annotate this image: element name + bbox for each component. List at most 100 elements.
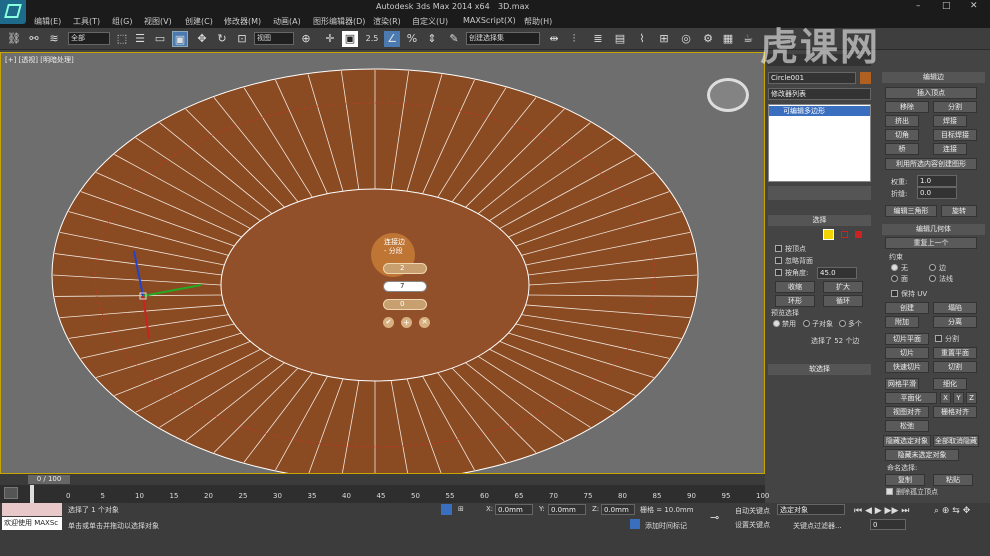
playback-controls[interactable]: ⏮ ◀ ▶ ▶▶ ⏭ bbox=[854, 506, 909, 516]
bind-spacewarp-icon[interactable]: ≋ bbox=[46, 31, 62, 47]
menu-tools[interactable]: 工具(T) bbox=[73, 16, 100, 27]
edit-named-sel-icon[interactable]: ✎ bbox=[446, 31, 462, 47]
collapse-button[interactable]: 塌陷 bbox=[933, 302, 977, 314]
snap-toggle-icon[interactable]: 2.5 bbox=[364, 31, 380, 47]
edit-tri-button[interactable]: 编辑三角形 bbox=[885, 205, 937, 217]
schematic-icon[interactable]: ⊞ bbox=[656, 31, 672, 47]
rect-region-icon[interactable]: ▭ bbox=[152, 31, 168, 47]
ring-button[interactable]: 环形 bbox=[775, 295, 815, 307]
quickslice-button[interactable]: 快速切片 bbox=[885, 361, 929, 373]
border-mode-icon[interactable] bbox=[841, 231, 848, 238]
percent-snap-icon[interactable]: % bbox=[404, 31, 420, 47]
extrude-button[interactable]: 挤出 bbox=[885, 115, 919, 127]
key-icon[interactable]: ⊸ bbox=[710, 511, 719, 524]
soft-selection-header[interactable]: 软选择 bbox=[768, 364, 871, 375]
edit-geometry-header[interactable]: 编辑几何体 bbox=[882, 224, 985, 235]
split-checkbox[interactable] bbox=[935, 335, 942, 342]
align-icon[interactable]: ⫶ bbox=[566, 31, 582, 47]
crease-field[interactable]: 0.0 bbox=[917, 187, 957, 199]
insert-vertex-button[interactable]: 插入顶点 bbox=[885, 87, 977, 99]
modifier-list-dropdown[interactable]: 修改器列表 bbox=[768, 88, 871, 100]
key-filter-button[interactable]: 关键点过滤器... bbox=[793, 521, 842, 531]
hide-selected-button[interactable]: 隐藏选定对象 bbox=[883, 435, 931, 447]
caddy-apply-icon[interactable]: + bbox=[401, 317, 412, 328]
window-crossing-icon[interactable]: ▣ bbox=[172, 31, 188, 47]
repeat-last-button[interactable]: 重复上一个 bbox=[885, 237, 977, 249]
stack-tools[interactable] bbox=[768, 186, 871, 200]
select-manipulate-icon[interactable]: ✛ bbox=[322, 31, 338, 47]
render-icon[interactable]: ☕ bbox=[740, 31, 756, 47]
target-weld-button[interactable]: 目标焊接 bbox=[933, 129, 977, 141]
app-logo-icon[interactable] bbox=[0, 0, 26, 24]
render-setup-icon[interactable]: ⚙ bbox=[700, 31, 716, 47]
setkey-label[interactable]: 设置关键点 bbox=[735, 520, 770, 530]
by-vertex-checkbox[interactable] bbox=[775, 245, 782, 252]
meshsmooth-button[interactable]: 网格平滑 bbox=[885, 378, 919, 390]
object-color-swatch[interactable] bbox=[860, 72, 871, 84]
perspective-viewport[interactable]: [+] [透视] [明暗处理] 连接边 - 分段 2 7 0 ✔ + ✕ bbox=[0, 52, 765, 474]
split-button[interactable]: 分割 bbox=[933, 101, 977, 113]
constraint-none-radio[interactable] bbox=[891, 264, 898, 271]
named-selection-dropdown[interactable]: 创建选择集 bbox=[466, 32, 540, 45]
menu-edit[interactable]: 编辑(E) bbox=[34, 16, 61, 27]
relax-button[interactable]: 松弛 bbox=[885, 420, 929, 432]
x-coord-field[interactable]: 0.0mm bbox=[495, 504, 533, 515]
constraint-face-radio[interactable] bbox=[891, 275, 898, 282]
selection-filter-dropdown[interactable]: 全部 bbox=[68, 32, 110, 45]
weight-field[interactable]: 1.0 bbox=[917, 175, 957, 187]
menu-customize[interactable]: 自定义(U) bbox=[412, 16, 448, 27]
menu-group[interactable]: 组(G) bbox=[112, 16, 132, 27]
layer-icon[interactable]: ≣ bbox=[590, 31, 606, 47]
weld-button[interactable]: 焊接 bbox=[933, 115, 967, 127]
viewcube-icon[interactable] bbox=[707, 78, 749, 112]
rendered-frame-icon[interactable]: ▦ bbox=[720, 31, 736, 47]
pivot-icon[interactable]: ⊕ bbox=[298, 31, 314, 47]
detach-button[interactable]: 分离 bbox=[933, 316, 977, 328]
caddy-segments-field[interactable]: 2 bbox=[383, 263, 427, 274]
edge-mode-icon[interactable] bbox=[823, 229, 834, 240]
viewport-nav-icons[interactable]: ⌕ ⊕ ⇆ ✥ bbox=[934, 506, 970, 516]
unhide-all-button[interactable]: 全部取消隐藏 bbox=[933, 435, 979, 447]
move-icon[interactable]: ✥ bbox=[194, 31, 210, 47]
constraint-edge-radio[interactable] bbox=[929, 264, 936, 271]
close-button[interactable]: ✕ bbox=[970, 1, 978, 11]
by-angle-checkbox[interactable] bbox=[775, 269, 782, 276]
subobj-radio[interactable] bbox=[803, 320, 810, 327]
cut-button[interactable]: 切割 bbox=[933, 361, 977, 373]
time-tag-icon[interactable] bbox=[630, 519, 640, 529]
z-button[interactable]: Z bbox=[966, 392, 977, 404]
angle-snap-icon[interactable]: ∠ bbox=[384, 31, 400, 47]
time-slider[interactable]: 0 / 100 bbox=[0, 474, 765, 485]
paste-button[interactable]: 粘贴 bbox=[933, 474, 973, 486]
angle-field[interactable]: 45.0 bbox=[817, 267, 857, 279]
shrink-button[interactable]: 收缩 bbox=[775, 281, 815, 293]
menu-views[interactable]: 视图(V) bbox=[144, 16, 172, 27]
constraint-normal-radio[interactable] bbox=[929, 275, 936, 282]
menu-help[interactable]: 帮助(H) bbox=[524, 16, 552, 27]
mini-curve-icon[interactable] bbox=[4, 487, 18, 499]
loop-button[interactable]: 循环 bbox=[823, 295, 863, 307]
ribbon-icon[interactable]: ▤ bbox=[612, 31, 628, 47]
current-frame-field[interactable]: 0 bbox=[870, 519, 906, 530]
turn-button[interactable]: 旋转 bbox=[941, 205, 977, 217]
selected-object-dropdown[interactable]: 选定对象 bbox=[777, 504, 845, 515]
tessellate-button[interactable]: 细化 bbox=[933, 378, 967, 390]
material-editor-icon[interactable]: ◎ bbox=[678, 31, 694, 47]
caddy-ok-icon[interactable]: ✔ bbox=[383, 317, 394, 328]
keyboard-shortcut-icon[interactable]: ▣ bbox=[342, 31, 358, 47]
create-shape-button[interactable]: 利用所选内容创建图形 bbox=[885, 158, 977, 170]
slice-button[interactable]: 切片 bbox=[885, 347, 929, 359]
menu-rendering[interactable]: 渲染(R) bbox=[373, 16, 401, 27]
create-button[interactable]: 创建 bbox=[885, 302, 929, 314]
bridge-button[interactable]: 桥 bbox=[885, 143, 919, 155]
scale-icon[interactable]: ⊡ bbox=[234, 31, 250, 47]
y-coord-field[interactable]: 0.0mm bbox=[548, 504, 586, 515]
delete-isolated-checkbox[interactable] bbox=[886, 488, 893, 495]
preserve-uv-checkbox[interactable] bbox=[891, 290, 898, 297]
y-button[interactable]: Y bbox=[953, 392, 964, 404]
edit-edges-header[interactable]: 编辑边 bbox=[882, 72, 985, 83]
z-coord-field[interactable]: 0.0mm bbox=[601, 504, 635, 515]
grid-align-button[interactable]: 栅格对齐 bbox=[933, 406, 977, 418]
reset-plane-button[interactable]: 重置平面 bbox=[933, 347, 977, 359]
ignore-back-checkbox[interactable] bbox=[775, 257, 782, 264]
